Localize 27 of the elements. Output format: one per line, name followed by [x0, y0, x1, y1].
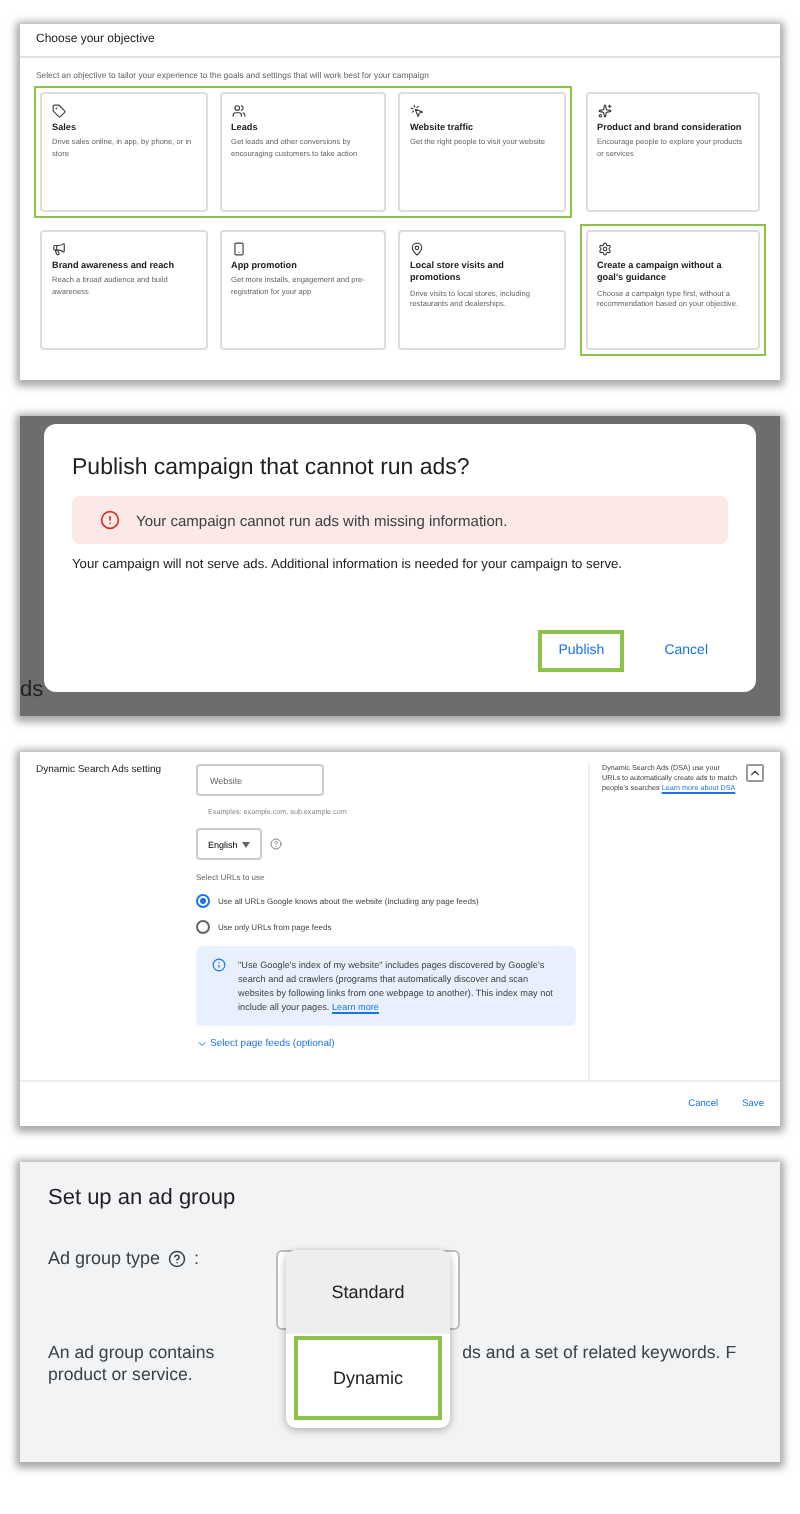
- field-label: Ad group type: [48, 1248, 161, 1268]
- chevron-down-icon: [196, 1038, 208, 1051]
- error-icon: [100, 510, 120, 530]
- description-text: ds and a set of related keywords. F: [462, 1342, 737, 1362]
- info-icon: [212, 958, 226, 972]
- section-title: Set up an ad group: [48, 1186, 238, 1210]
- description-text: product or service.: [48, 1364, 193, 1384]
- people-icon: [231, 104, 245, 118]
- tag-icon: [52, 104, 66, 118]
- radio-button[interactable]: [196, 920, 210, 934]
- megaphone-icon: [52, 242, 66, 256]
- menu-option[interactable]: Standard: [286, 1250, 450, 1334]
- collapse-button[interactable]: [746, 764, 764, 782]
- menu-option[interactable]: Dynamic: [294, 1336, 442, 1420]
- dialog-title: Publish campaign that cannot run ads?: [72, 456, 472, 480]
- chevron-up-icon: [748, 766, 762, 780]
- phone-icon: [231, 242, 245, 256]
- colon: :: [194, 1248, 200, 1268]
- location-pin-icon: [410, 242, 424, 256]
- sparkle-icon: [597, 104, 611, 118]
- dropdown-arrow-icon: [241, 841, 250, 847]
- background-text: ds: [20, 678, 44, 702]
- settings-icon: [597, 242, 611, 256]
- description-text: An ad group contains: [48, 1342, 215, 1362]
- cursor-icon: [410, 104, 424, 118]
- radio-button[interactable]: [196, 894, 210, 908]
- help-icon[interactable]: [168, 1249, 187, 1267]
